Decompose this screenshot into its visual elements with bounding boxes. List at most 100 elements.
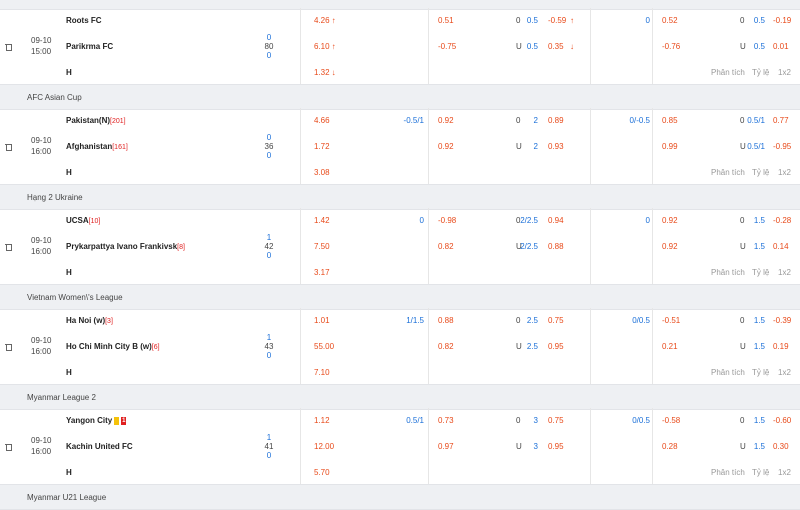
trash-icon[interactable]	[5, 443, 12, 451]
odds-value: 3.08	[314, 168, 330, 177]
half-ou-line-under: 0.5/1	[747, 142, 765, 151]
trash-icon[interactable]	[5, 343, 12, 351]
odds-1x2-draw: 3.17	[314, 268, 330, 278]
analysis-link[interactable]: Phân tích	[711, 268, 745, 278]
match-row: 09-10 16:00 Pakistan(N)[201] Afghanistan[16…	[0, 108, 800, 184]
odds-1x2-draw: 3.08	[314, 168, 330, 178]
away-team[interactable]: Afghanistan[161]	[66, 142, 128, 153]
ou-under-odds[interactable]: 0.95	[548, 342, 564, 352]
odds-link[interactable]: Tỷ lệ	[752, 268, 769, 278]
league-header: Vietnam Women\'s League	[0, 284, 800, 310]
handicap-away-odds[interactable]: 0.92	[438, 142, 454, 152]
odds-link[interactable]: Tỷ lệ	[752, 468, 769, 478]
red-card-count: 1	[121, 416, 127, 425]
ou-under-odds[interactable]: 0.95	[548, 442, 564, 452]
away-team[interactable]: Prykarpattya Ivano Frankivsk[8]	[66, 242, 185, 253]
ou-over-odds[interactable]: 0.94	[548, 216, 564, 226]
column-divider	[652, 108, 653, 184]
half-ou-under-odds[interactable]: -0.95	[773, 142, 791, 152]
handicap-home-odds[interactable]: -0.98	[438, 216, 456, 226]
ou-under-odds[interactable]: 0.35	[548, 42, 564, 52]
half-ou-over-odds[interactable]: -0.39	[773, 316, 791, 326]
half-ou-over-odds[interactable]: -0.60	[773, 416, 791, 426]
odds-1x2-link[interactable]: 1x2	[778, 68, 791, 78]
handicap-away-odds[interactable]: 0.82	[438, 342, 454, 352]
handicap-away-odds[interactable]: -0.75	[438, 42, 456, 52]
home-team[interactable]: Ha Noi (w)[3]	[66, 316, 113, 327]
half-ou-over-odds[interactable]: -0.28	[773, 216, 791, 226]
half-ou-under-odds[interactable]: 0.01	[773, 42, 789, 52]
half-handicap-away-odds[interactable]: -0.76	[662, 42, 680, 52]
odds-1x2-link[interactable]: 1x2	[778, 368, 791, 378]
home-team[interactable]: Roots FC	[66, 16, 102, 26]
half-handicap-away-odds[interactable]: 0.28	[662, 442, 678, 452]
odds-1x2-away: 1.72	[314, 142, 330, 152]
league-name[interactable]: AFC Asian Cup	[27, 93, 82, 102]
trash-icon[interactable]	[5, 43, 12, 51]
half-handicap-home-odds[interactable]: -0.58	[662, 416, 680, 426]
handicap-away-odds[interactable]: 0.97	[438, 442, 454, 452]
half-ou-under-odds[interactable]: 0.19	[773, 342, 789, 352]
match-time: 15:00	[31, 47, 52, 56]
ou-under-odds[interactable]: 0.88	[548, 242, 564, 252]
odds-value: 3.17	[314, 268, 330, 277]
trash-icon[interactable]	[5, 143, 12, 151]
home-team[interactable]: Pakistan(N)[201]	[66, 116, 126, 127]
away-rank: [8]	[177, 244, 185, 251]
draw-label: H	[66, 268, 72, 277]
half-handicap-home-odds[interactable]: 0.52	[662, 16, 678, 26]
ou-under-odds[interactable]: 0.93	[548, 142, 564, 152]
odds-1x2-link[interactable]: 1x2	[778, 168, 791, 178]
half-ou-under-odds[interactable]: 0.30	[773, 442, 789, 452]
odds-1x2-away: 12.00	[314, 442, 334, 452]
home-team-name: Pakistan(N)	[66, 116, 111, 125]
ou-over-odds[interactable]: 0.75	[548, 416, 564, 426]
half-handicap-away-odds[interactable]: 0.92	[662, 242, 678, 252]
half-handicap-home-odds[interactable]: -0.51	[662, 316, 680, 326]
odds-link[interactable]: Tỷ lệ	[752, 68, 769, 78]
league-name[interactable]: Myanmar League 2	[27, 393, 96, 402]
half-ou-over-odds[interactable]: -0.19	[773, 16, 791, 26]
handicap-home-odds[interactable]: 0.88	[438, 316, 454, 326]
handicap-home-odds[interactable]: 0.92	[438, 116, 454, 126]
ou-over-odds[interactable]: 0.89	[548, 116, 564, 126]
analysis-link[interactable]: Phân tích	[711, 468, 745, 478]
trash-icon[interactable]	[5, 243, 12, 251]
away-score: 0	[266, 351, 272, 360]
draw-label: H	[66, 168, 72, 177]
odds-link[interactable]: Tỷ lệ	[752, 168, 769, 178]
away-team[interactable]: Parikrma FC	[66, 42, 113, 52]
odds-value: 7.10	[314, 368, 330, 377]
half-handicap-home-odds[interactable]: 0.92	[662, 216, 678, 226]
analysis-link[interactable]: Phân tích	[711, 368, 745, 378]
analysis-link[interactable]: Phân tích	[711, 68, 745, 78]
draw-label: H	[66, 468, 72, 477]
league-name[interactable]: Myanmar U21 League	[27, 493, 106, 502]
half-ou-under-odds[interactable]: 0.14	[773, 242, 789, 252]
handicap-line: 0	[419, 216, 424, 225]
column-divider	[590, 308, 591, 384]
league-name[interactable]: Hạng 2 Ukraine	[27, 193, 83, 202]
ou-over-odds[interactable]: 0.75	[548, 316, 564, 326]
half-handicap-away-odds[interactable]: 0.99	[662, 142, 678, 152]
half-handicap-home-odds[interactable]: 0.85	[662, 116, 678, 126]
half-ou-line-under: 1.5	[753, 442, 765, 451]
ou-over-odds[interactable]: -0.59	[548, 16, 566, 26]
away-team[interactable]: Kachin United FC	[66, 442, 133, 452]
column-divider	[428, 208, 429, 284]
away-team[interactable]: Ho Chi Minh City B (w)[6]	[66, 342, 160, 353]
odds-link[interactable]: Tỷ lệ	[752, 368, 769, 378]
odds-1x2-link[interactable]: 1x2	[778, 468, 791, 478]
league-name[interactable]: Vietnam Women\'s League	[27, 293, 123, 302]
analysis-link[interactable]: Phân tích	[711, 168, 745, 178]
home-team[interactable]: Yangon City 1	[66, 416, 127, 426]
half-ou-line-under: 1.5	[753, 242, 765, 251]
handicap-home-odds[interactable]: 0.51	[438, 16, 454, 26]
handicap-away-odds[interactable]: 0.82	[438, 242, 454, 252]
handicap-home-odds[interactable]: 0.73	[438, 416, 454, 426]
half-ou-over-odds[interactable]: 0.77	[773, 116, 789, 126]
column-divider	[300, 308, 301, 384]
home-team[interactable]: UCSA[10]	[66, 216, 100, 227]
odds-1x2-link[interactable]: 1x2	[778, 268, 791, 278]
half-handicap-away-odds[interactable]: 0.21	[662, 342, 678, 352]
